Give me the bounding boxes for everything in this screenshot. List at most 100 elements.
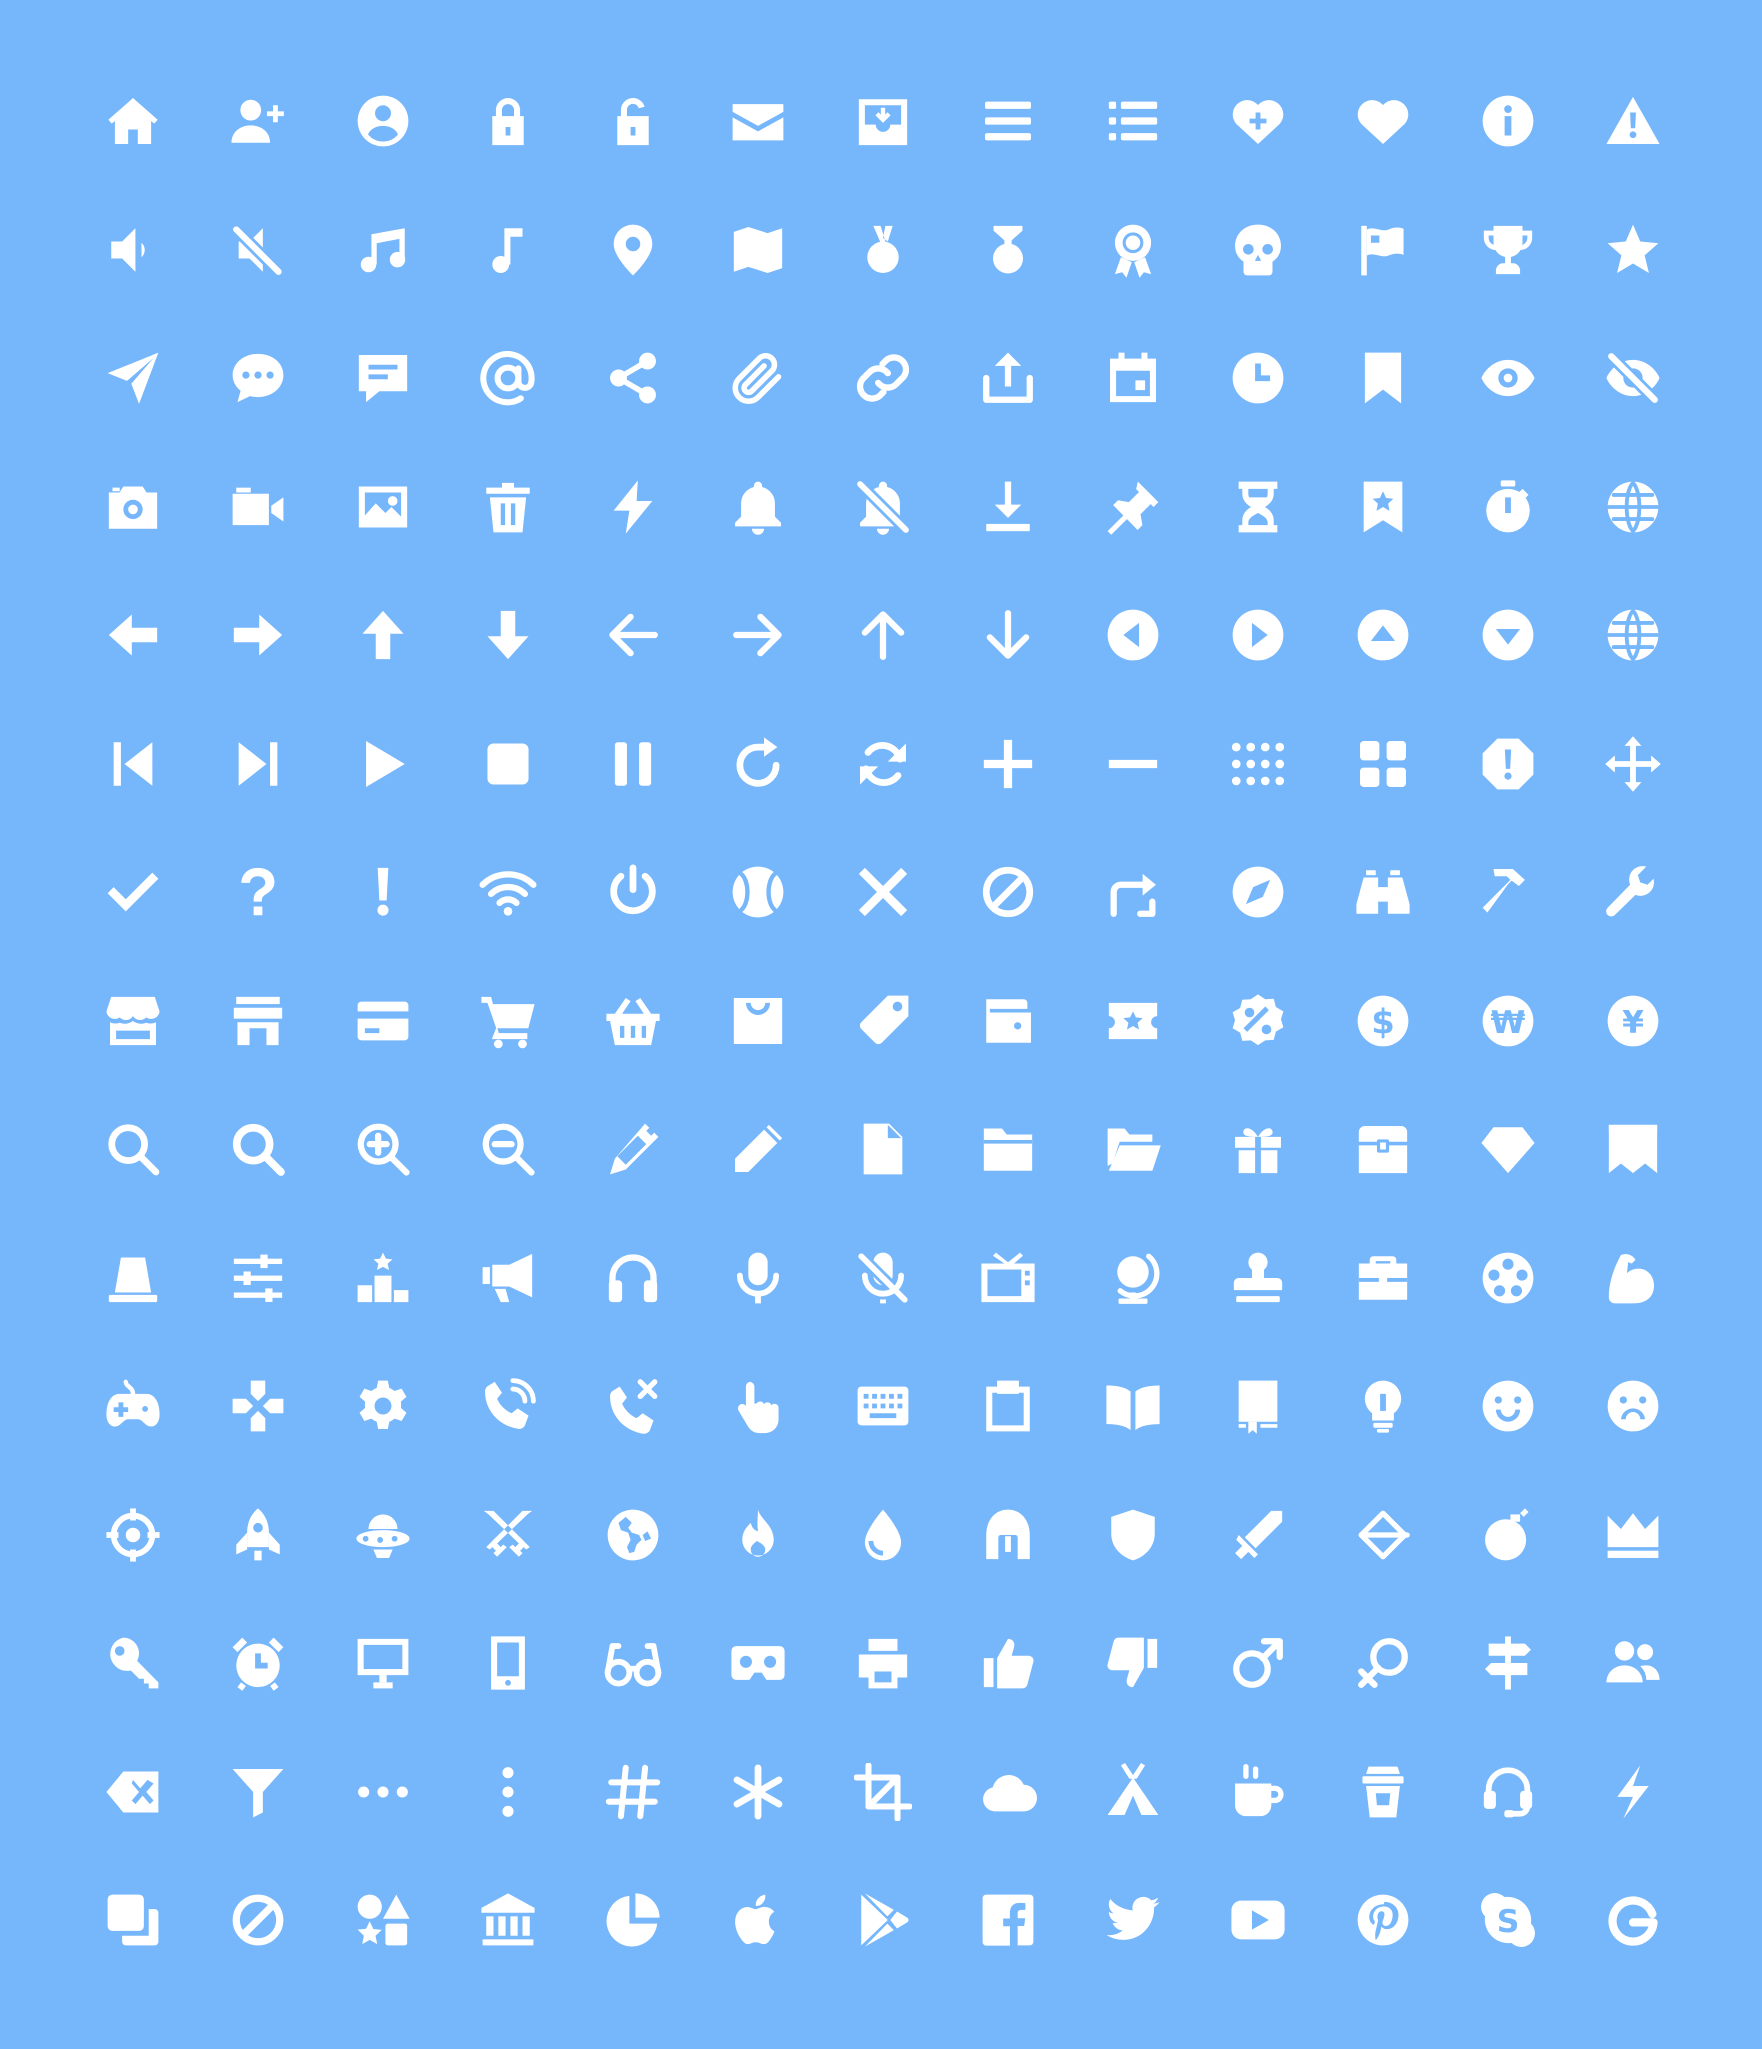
- plus-icon: [945, 700, 1070, 829]
- treasure-chest-icon: [1320, 1085, 1445, 1214]
- dots-grid-icon: [1195, 700, 1320, 829]
- flash-icon: [1570, 1728, 1695, 1857]
- mail-icon: [695, 57, 820, 186]
- arrow-up-bold-icon: [320, 571, 445, 700]
- smile-icon: [1445, 1342, 1570, 1471]
- music-note-icon: [445, 186, 570, 315]
- search-icon: [70, 1085, 195, 1214]
- eye-off-icon: [1570, 314, 1695, 443]
- download-icon: [945, 443, 1070, 572]
- stop-icon: [445, 700, 570, 829]
- play-store-icon: [820, 1856, 945, 1985]
- bank-icon: [445, 1856, 570, 1985]
- upload-icon: [945, 314, 1070, 443]
- eye-icon: [1445, 314, 1570, 443]
- briefcase-icon: [1320, 1214, 1445, 1343]
- discount-icon: [1195, 957, 1320, 1086]
- crop-icon: [820, 1728, 945, 1857]
- skype-icon: S: [1445, 1856, 1570, 1985]
- refresh-icon: [695, 700, 820, 829]
- wifi-icon: [445, 828, 570, 957]
- fire-icon: [695, 1471, 820, 1600]
- bomb-icon: [1445, 1471, 1570, 1600]
- basket-icon: [570, 957, 695, 1086]
- zoom-in-icon: [320, 1085, 445, 1214]
- female-icon: [1320, 1599, 1445, 1728]
- block-icon: [945, 828, 1070, 957]
- male-icon: [1195, 1599, 1320, 1728]
- svg-text:$: $: [1371, 1002, 1395, 1041]
- svg-text:S: S: [1496, 1904, 1519, 1940]
- keyboard-icon: [820, 1342, 945, 1471]
- heart-plus-icon: [1195, 57, 1320, 186]
- comment-icon: [320, 314, 445, 443]
- shapes-icon: [320, 1856, 445, 1985]
- podium-icon: [320, 1214, 445, 1343]
- twitter-icon: [1070, 1856, 1195, 1985]
- wrench-icon: [1570, 828, 1695, 957]
- filter-icon: [195, 1728, 320, 1857]
- send-icon: [70, 314, 195, 443]
- printer-icon: [820, 1599, 945, 1728]
- icon-grid: $ ₩ ¥ S: [70, 57, 1695, 1985]
- award-icon: [1070, 186, 1195, 315]
- folder-icon: [945, 1085, 1070, 1214]
- medal-icon: [820, 186, 945, 315]
- crossed-swords-icon: [445, 1471, 570, 1600]
- circle-left-icon: [1070, 571, 1195, 700]
- gamepad-icon: [70, 1342, 195, 1471]
- link-icon: [820, 314, 945, 443]
- banner-icon: [1570, 1085, 1695, 1214]
- calendar-icon: [1070, 314, 1195, 443]
- thumbs-down-icon: [1070, 1599, 1195, 1728]
- search-alt-icon: [195, 1085, 320, 1214]
- tag-icon: [820, 957, 945, 1086]
- dollar-icon: $: [1320, 957, 1445, 1086]
- circle-right-icon: [1195, 571, 1320, 700]
- pencil-icon: [695, 1085, 820, 1214]
- open-book-icon: [1070, 1342, 1195, 1471]
- megaphone-icon: [445, 1214, 570, 1343]
- stamp-icon: [1195, 1214, 1320, 1343]
- siren-icon: [70, 1214, 195, 1343]
- arrow-right-bold-icon: [195, 571, 320, 700]
- clipboard-icon: [945, 1342, 1070, 1471]
- coffee-mug-icon: [1195, 1728, 1320, 1857]
- warning-icon: [1570, 57, 1695, 186]
- folder-open-icon: [1070, 1085, 1195, 1214]
- muscle-icon: [1570, 1214, 1695, 1343]
- microphone-icon: [695, 1214, 820, 1343]
- arrow-left-bold-icon: [70, 571, 195, 700]
- stopwatch-icon: [1445, 443, 1570, 572]
- crown-icon: [1570, 1471, 1695, 1600]
- dpad-icon: [195, 1342, 320, 1471]
- gift-icon: [1195, 1085, 1320, 1214]
- play-icon: [320, 700, 445, 829]
- move-icon: [1570, 700, 1695, 829]
- info-icon: [1445, 57, 1570, 186]
- users-icon: [1570, 1599, 1695, 1728]
- diamond-icon: [1445, 1085, 1570, 1214]
- camera-icon: [70, 443, 195, 572]
- skull-icon: [1195, 186, 1320, 315]
- vr-headset-icon: [695, 1599, 820, 1728]
- won-icon: ₩: [1445, 957, 1570, 1086]
- mute-icon: [195, 186, 320, 315]
- more-vertical-icon: [445, 1728, 570, 1857]
- music-notes-icon: [320, 186, 445, 315]
- bookmark-star-icon: [1320, 443, 1445, 572]
- pin-icon: [1070, 443, 1195, 572]
- flag-icon: [1320, 186, 1445, 315]
- youtube-icon: [1195, 1856, 1320, 1985]
- map-icon: [695, 186, 820, 315]
- earth-icon: [570, 1471, 695, 1600]
- star-icon: [1570, 186, 1695, 315]
- bookmark-icon: [1320, 314, 1445, 443]
- alarm-clock-icon: [195, 1599, 320, 1728]
- headset-icon: [1445, 1728, 1570, 1857]
- bell-off-icon: [820, 443, 945, 572]
- pinterest-icon: [1320, 1856, 1445, 1985]
- cloud-icon: [945, 1728, 1070, 1857]
- yen-icon: ¥: [1570, 957, 1695, 1086]
- arrow-left-icon: [570, 571, 695, 700]
